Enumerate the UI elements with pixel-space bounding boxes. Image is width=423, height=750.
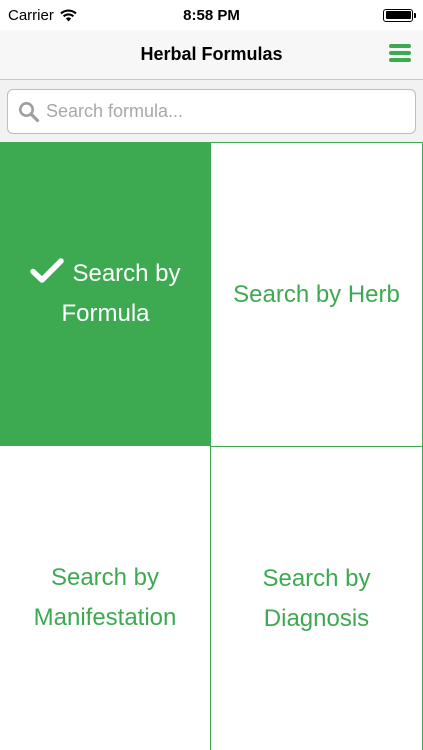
tile-label-line2: Diagnosis [263,604,370,632]
page-title: Herbal Formulas [140,44,283,64]
battery-level [385,11,411,19]
hamburger-menu-icon[interactable] [389,42,411,64]
menu-line [389,44,411,48]
carrier-label: Carrier [8,6,54,24]
search-by-manifestation-tile[interactable]: Search by Manifestation [0,446,211,750]
search-bar [0,80,423,142]
status-left: Carrier [8,7,77,24]
tile-label-line1: Search by [72,260,181,287]
tile-label-line2: Formula [61,300,150,327]
tile-label-line1: Search by Herb [233,280,400,308]
checkmark-icon [30,258,65,283]
search-by-formula-tile[interactable]: Search by Formula [0,142,211,446]
tile-label-line1: Search by [50,564,160,591]
search-input[interactable] [46,101,405,122]
tile-label: Search by Diagnosis [262,559,370,639]
menu-line [389,58,411,62]
tile-label-line1: Search by [262,564,371,592]
battery-icon [383,8,416,22]
tile-label: Search by Formula [30,254,181,334]
search-by-diagnosis-tile[interactable]: Search by Diagnosis [211,446,423,750]
status-bar: Carrier 8:58 PM [0,0,423,30]
search-mode-grid: Search by Formula Search by Herb Search … [0,142,423,750]
app-screen: Carrier 8:58 PM Herbal Formulas Search f… [0,0,423,750]
magnifier-icon [19,101,40,122]
tile-label-line2: Manifestation [33,604,177,631]
search-field[interactable] [7,89,416,134]
search-by-herb-tile[interactable]: Search by Herb [211,142,423,446]
menu-line [389,51,411,55]
wifi-icon [60,8,77,21]
tile-label: Search by Herb [233,275,400,315]
navigation-bar: Herbal Formulas [0,30,423,80]
tile-label: Search by Manifestation [34,558,177,638]
